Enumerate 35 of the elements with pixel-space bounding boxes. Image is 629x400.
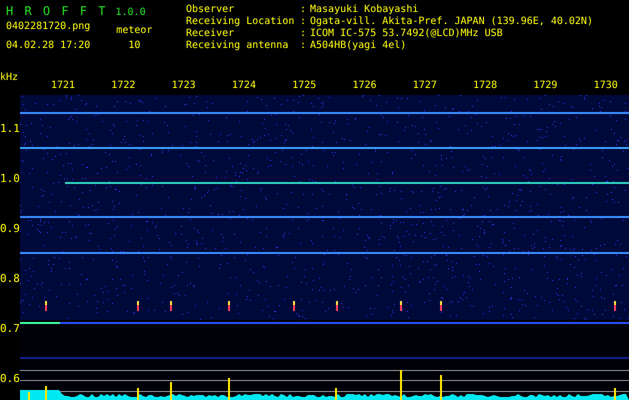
time-axis-label: 1721: [51, 80, 75, 92]
field-value: Ogata-vill. Akita-Pref. JAPAN (139.96E, 40.02N): [310, 16, 593, 28]
frequency-axis-label: 0.9: [0, 222, 20, 236]
field-label: Receiver: [186, 28, 236, 40]
field-value: Masayuki Kobayashi: [310, 4, 418, 16]
file-name: 0402281720.png: [6, 21, 90, 33]
app-title: H R O F F T: [6, 4, 108, 18]
time-axis-label: 1729: [533, 80, 558, 92]
colon-separator: :: [300, 28, 308, 40]
meteor-count: 10: [128, 40, 140, 52]
frequency-axis-label: 1.0: [0, 172, 20, 186]
time-axis-label: 1724: [232, 80, 256, 92]
frequency-axis-label: 0.7: [0, 322, 20, 336]
meteor-label: meteor: [116, 25, 152, 37]
time-axis-label: 1723: [172, 80, 196, 92]
field-label: Observer: [186, 4, 236, 16]
colon-separator: :: [300, 40, 308, 52]
frequency-axis-label: 0.6: [0, 372, 20, 386]
colon-separator: :: [300, 16, 308, 28]
time-axis-label: 1728: [473, 80, 498, 92]
date-time: 04.02.28 17:20: [6, 40, 90, 52]
time-axis-label: 1730: [594, 80, 618, 92]
field-value: A504HB(yagi 4el): [310, 40, 406, 52]
time-axis-label: 1725: [292, 80, 316, 92]
time-axis-label: 1722: [111, 80, 136, 92]
frequency-axis-label: 0.8: [0, 272, 20, 286]
colon-separator: :: [300, 4, 308, 16]
field-value: ICOM IC-575 53.7492(@LCD)MHz USB: [310, 28, 503, 40]
field-label: Receiving antenna: [186, 40, 290, 52]
field-label: Receiving Location: [186, 16, 296, 28]
time-axis-label: 1727: [412, 80, 437, 92]
time-axis-label: 1726: [352, 80, 376, 92]
version-label: 1.0.0: [115, 7, 146, 18]
unit-label: kHz: [0, 72, 20, 84]
frequency-axis-label: 1.1: [0, 122, 20, 136]
